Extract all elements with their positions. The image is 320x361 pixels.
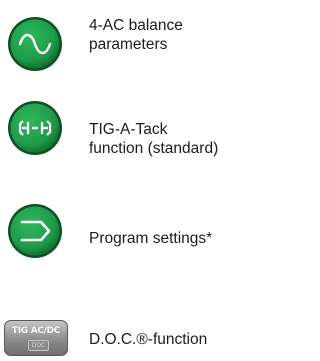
doc-function-label-line-1: D.O.C.®-function: [89, 331, 208, 348]
feature-doc-function: TIG AC/DC DOC D.O.C.®-function: [0, 296, 259, 356]
doc-button-text: TIG AC/DC: [11, 326, 61, 336]
sine-wave-icon: [8, 17, 62, 71]
doc-button-subtext: DOC: [28, 340, 49, 351]
feature-ac-balance: 4-AC balance parameters: [0, 12, 259, 72]
program-settings-label-line-1: Program settings*: [89, 230, 213, 247]
doc-function-label: D.O.C.®-function: [89, 330, 207, 349]
tig-a-tack-label-line-1: TIG-A-Tack: [89, 121, 168, 138]
feature-legend-list: 4-AC balance parameters TIG-A-Tack funct…: [0, 0, 259, 361]
feature-tig-a-tack: TIG-A-Tack function (standard): [0, 96, 259, 158]
program-settings-button[interactable]: [7, 203, 63, 259]
tig-a-tack-icon: [8, 101, 62, 155]
ac-balance-label-line-1: 4-AC balance: [89, 17, 183, 34]
program-arrow-icon: [8, 204, 62, 258]
tig-a-tack-label: TIG-A-Tack function (standard): [89, 120, 218, 158]
ac-balance-label: 4-AC balance parameters: [89, 16, 183, 54]
ac-balance-label-line-2: parameters: [89, 36, 168, 53]
doc-button[interactable]: TIG AC/DC DOC: [4, 320, 68, 356]
tig-a-tack-button[interactable]: [7, 100, 63, 156]
feature-program-settings: Program settings*: [0, 199, 259, 259]
ac-balance-button[interactable]: [7, 16, 63, 72]
tig-a-tack-label-line-2: function (standard): [89, 140, 219, 157]
program-settings-label: Program settings*: [89, 229, 212, 248]
